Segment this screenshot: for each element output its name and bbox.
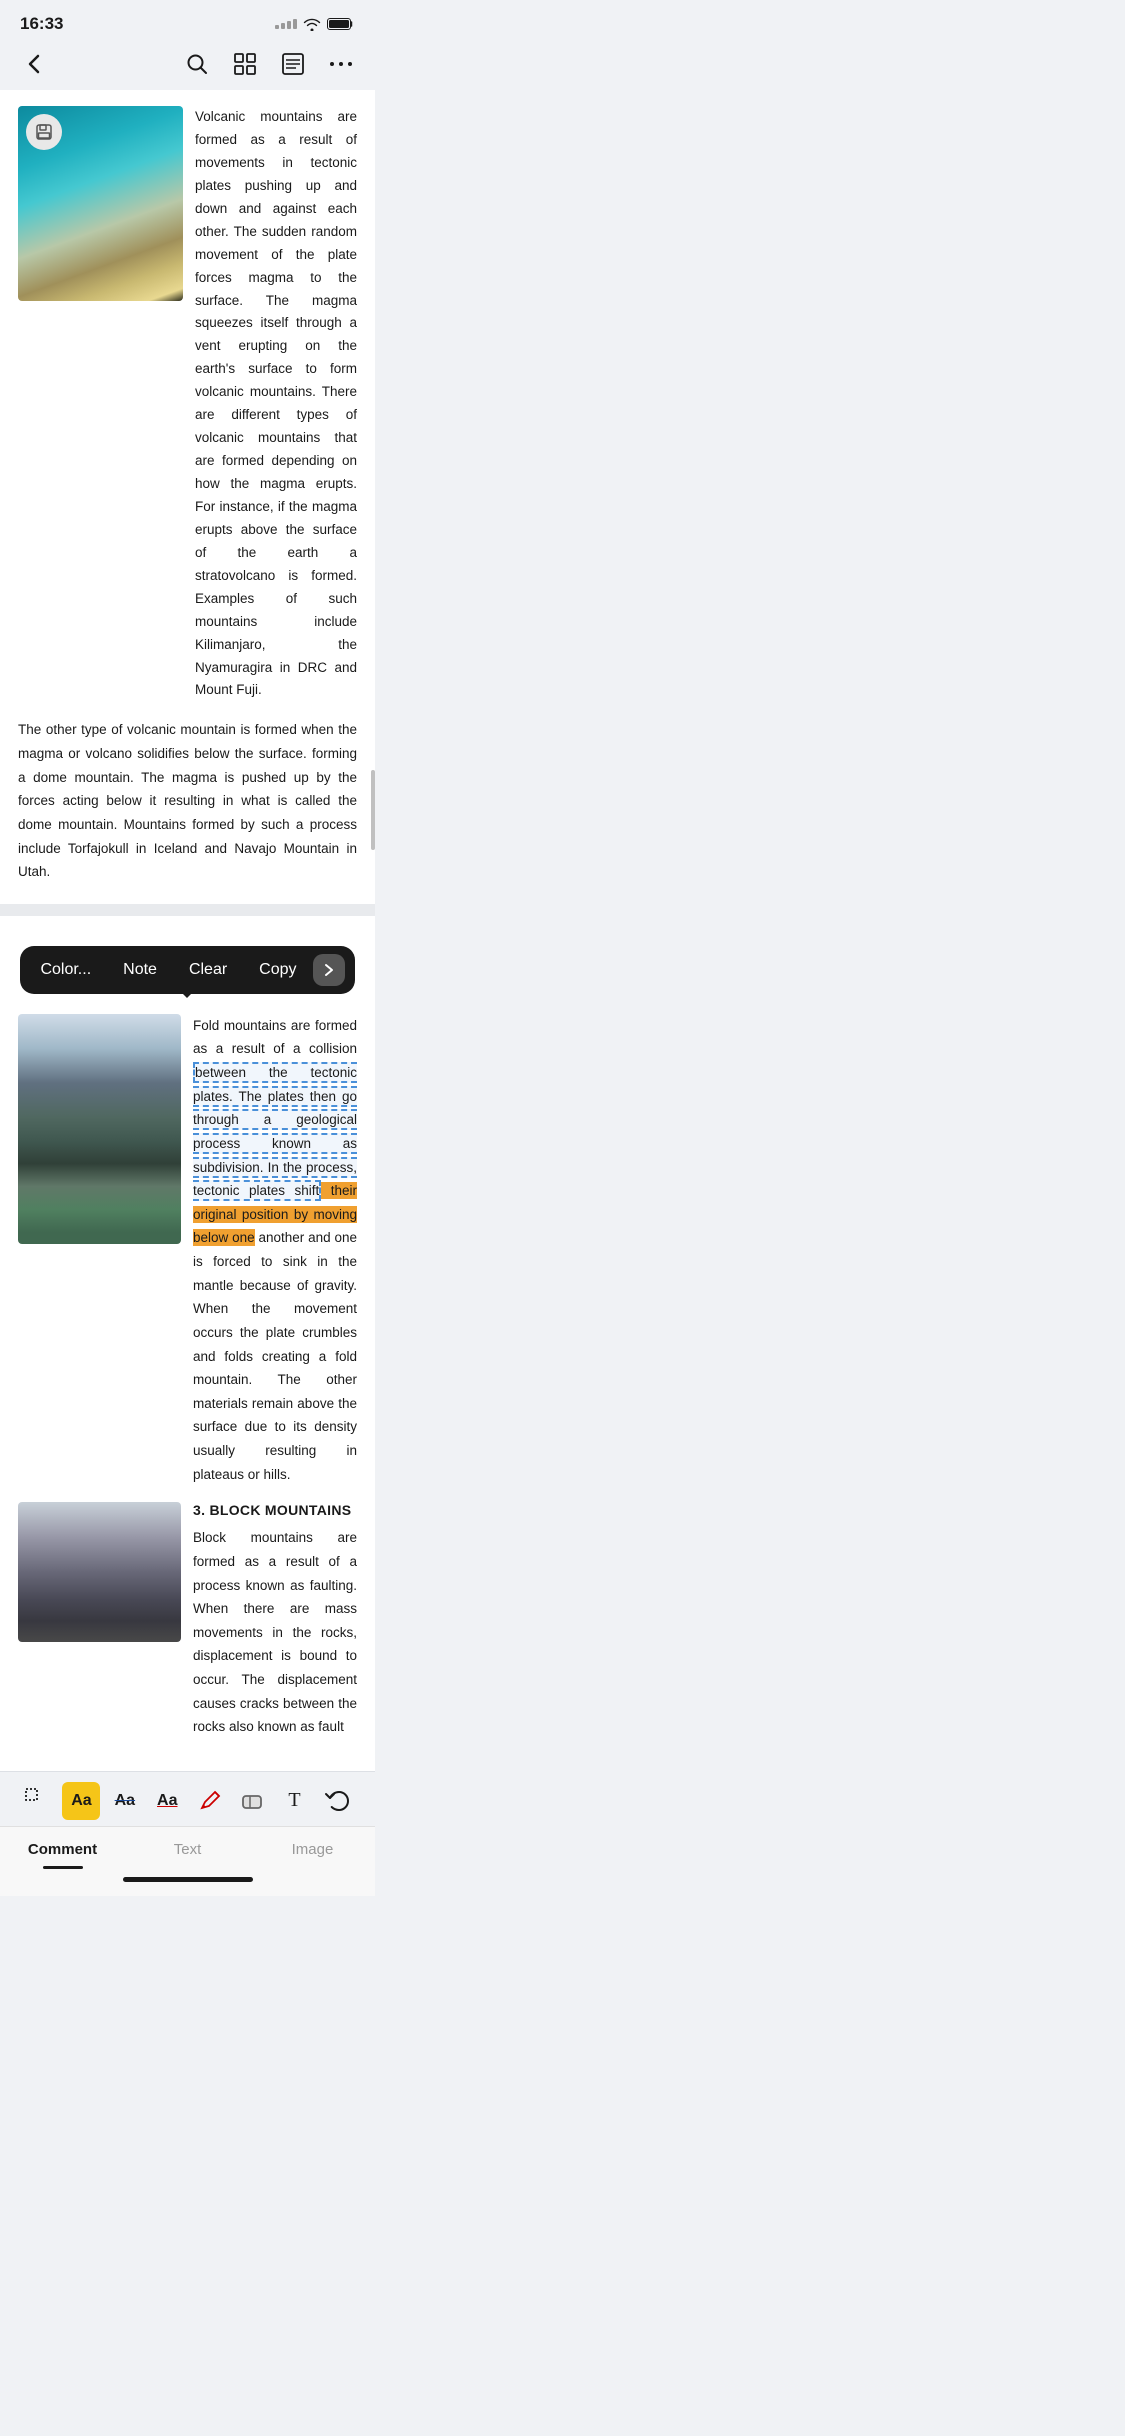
selection-tool-button[interactable] <box>20 1783 56 1819</box>
color-button[interactable]: Color... <box>24 947 107 993</box>
eraser-icon <box>239 1788 265 1814</box>
text-underline-label: Aa <box>157 1792 177 1810</box>
scroll-indicator <box>371 770 375 850</box>
undo-button[interactable] <box>319 1783 355 1819</box>
list-view-button[interactable] <box>279 50 307 78</box>
more-arrow-button[interactable] <box>313 954 345 986</box>
fold-mountain-image <box>18 1014 181 1244</box>
highlight-yellow-label: Aa <box>71 1792 91 1810</box>
back-button[interactable] <box>20 50 48 78</box>
undo-icon <box>324 1788 350 1814</box>
text-tab-label: Text <box>174 1841 202 1858</box>
block-mountain-heading: 3. BLOCK MOUNTAINS <box>193 1502 357 1518</box>
fold-mountain-section: Fold mountains are formed as a result of… <box>18 1014 357 1487</box>
search-button[interactable] <box>183 50 211 78</box>
note-button[interactable]: Note <box>107 947 173 993</box>
image-tab-label: Image <box>292 1841 334 1858</box>
wifi-icon <box>303 17 321 31</box>
comment-tab-label: Comment <box>28 1841 97 1858</box>
fold-text-part2: another and one is forced to sink in the… <box>193 1230 357 1481</box>
status-icons <box>275 17 355 31</box>
ocean-image-container <box>18 106 183 702</box>
section-separator <box>0 904 375 916</box>
pen-tool-button[interactable] <box>192 1783 228 1819</box>
block-mountain-content: 3. BLOCK MOUNTAINS Block mountains are f… <box>193 1502 357 1739</box>
insert-text-button[interactable]: T <box>277 1783 313 1819</box>
fold-text-blue-highlight: between the tectonic plates. The plates … <box>193 1062 357 1201</box>
bottom-tabs: Comment Text Image <box>0 1826 375 1869</box>
arrow-right-icon <box>324 963 334 977</box>
battery-icon <box>327 17 355 31</box>
strikethrough-button[interactable]: Aa <box>107 1783 143 1819</box>
bottom-annotation-toolbar: Aa Aa Aa T <box>0 1771 375 1826</box>
selection-icon <box>25 1788 51 1814</box>
dome-mountain-text: The other type of volcanic mountain is f… <box>18 718 357 883</box>
grid-view-button[interactable] <box>231 50 259 78</box>
annotation-toolbar: Color... Note Clear Copy <box>20 946 354 994</box>
copy-button[interactable]: Copy <box>243 947 312 993</box>
block-mountain-image <box>18 1502 181 1642</box>
fold-mountain-text: Fold mountains are formed as a result of… <box>193 1014 357 1487</box>
signal-dots-icon <box>275 19 297 29</box>
more-options-button[interactable] <box>327 50 355 78</box>
top-nav <box>0 42 375 90</box>
image-tab[interactable]: Image <box>250 1827 375 1869</box>
save-icon <box>35 123 53 141</box>
insert-text-label: T <box>288 1789 300 1812</box>
comment-tab[interactable]: Comment <box>0 1827 125 1869</box>
first-section: Volcanic mountains are formed as a resul… <box>18 106 357 702</box>
home-bar <box>123 1877 253 1882</box>
strikethrough-label: Aa <box>115 1792 135 1810</box>
eraser-tool-button[interactable] <box>234 1783 270 1819</box>
block-mountain-section: 3. BLOCK MOUNTAINS Block mountains are f… <box>18 1502 357 1739</box>
fold-text-part1: Fold mountains are formed as a result of… <box>193 1018 357 1057</box>
pen-icon <box>197 1788 223 1814</box>
status-bar: 16:33 <box>0 0 375 42</box>
content-area: Volcanic mountains are formed as a resul… <box>0 90 375 1771</box>
status-time: 16:33 <box>20 14 63 34</box>
block-mountain-text: Block mountains are formed as a result o… <box>193 1526 357 1739</box>
save-badge[interactable] <box>26 114 62 150</box>
text-underline-button[interactable]: Aa <box>149 1783 185 1819</box>
volcanic-mountain-text: Volcanic mountains are formed as a resul… <box>195 106 357 702</box>
text-tab[interactable]: Text <box>125 1827 250 1869</box>
highlight-yellow-button[interactable]: Aa <box>62 1782 100 1820</box>
clear-button[interactable]: Clear <box>173 947 243 993</box>
home-indicator <box>0 1869 375 1896</box>
